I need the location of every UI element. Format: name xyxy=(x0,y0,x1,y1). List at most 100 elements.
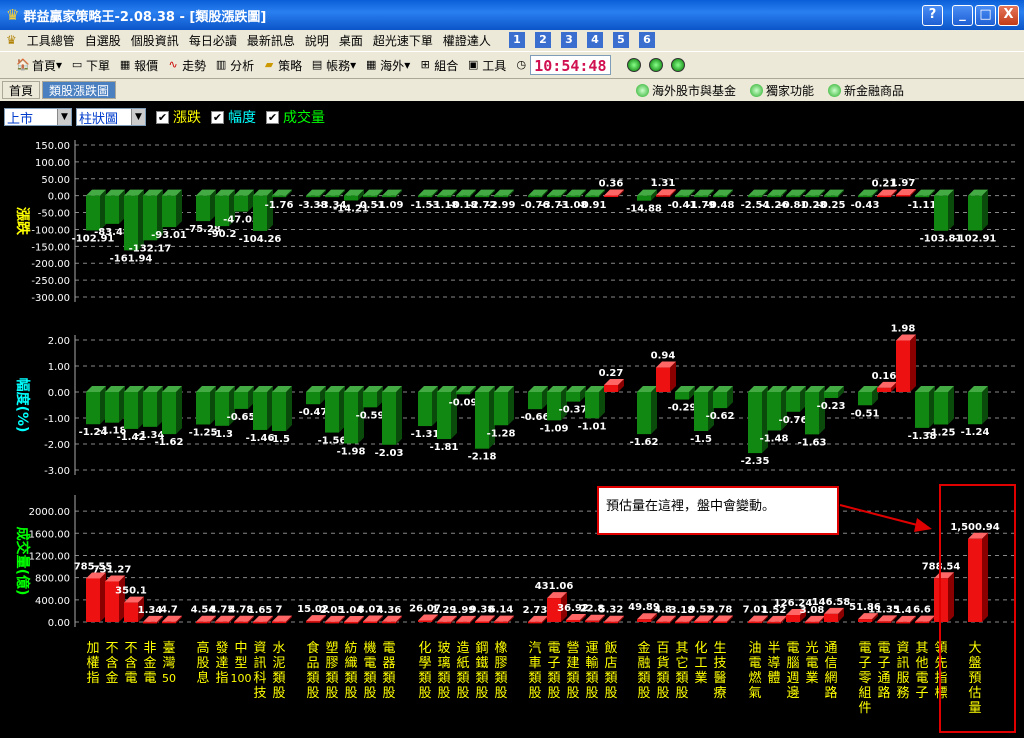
bar xyxy=(437,195,451,198)
category-label: 營 xyxy=(566,641,579,656)
bar xyxy=(786,392,800,412)
menu-stock-info[interactable]: 個股資訊 xyxy=(131,32,179,49)
menu-desktop[interactable]: 桌面 xyxy=(339,32,363,49)
chart-type-select[interactable]: 柱狀圖 ▼ xyxy=(76,108,146,127)
bar xyxy=(456,195,470,198)
bar xyxy=(637,392,651,435)
bar xyxy=(915,392,929,428)
tab-sector-chart[interactable]: 類股漲跌圖 xyxy=(42,81,117,99)
category-label: 非 xyxy=(143,641,156,656)
category-label: 鋼 xyxy=(475,641,488,656)
bar-value-label: -90.2 xyxy=(208,229,237,240)
clock-display: 10:54:48 xyxy=(530,55,611,75)
menu-tools[interactable]: 工具總管 xyxy=(27,32,75,49)
checkbox-pct-label: 幅度 xyxy=(228,110,256,126)
category-label: 紙 xyxy=(456,656,469,671)
screen-4-button[interactable]: 4 xyxy=(586,32,603,48)
menu-news[interactable]: 最新訊息 xyxy=(247,32,295,49)
bar-value-label: -1.3 xyxy=(211,429,233,440)
bar-value-label: -0.43 xyxy=(851,200,880,211)
toolbar-order[interactable]: ▭ 下單 xyxy=(70,57,110,74)
help-button[interactable]: ? xyxy=(922,5,943,26)
category-label: 機 xyxy=(363,641,376,656)
bar xyxy=(896,195,910,197)
menu-daily[interactable]: 每日必讀 xyxy=(189,32,237,49)
toolbar-quote[interactable]: ▦ 報價 xyxy=(118,57,158,74)
y-tick-label: -100.00 xyxy=(31,225,70,236)
bar xyxy=(968,195,982,231)
bar-side xyxy=(948,386,954,425)
screen-3-button[interactable]: 3 xyxy=(560,32,577,48)
bar xyxy=(675,195,689,198)
bar xyxy=(234,392,248,409)
link-new-products-label: 新金融商品 xyxy=(843,83,904,98)
green-dot-icon-3[interactable] xyxy=(670,58,685,72)
category-label: 子 xyxy=(858,656,871,671)
category-label: 務 xyxy=(896,686,909,701)
category-label: 大 xyxy=(968,641,981,656)
checkbox-volume[interactable]: ✔ 成交量 xyxy=(266,107,325,127)
maximize-button[interactable]: □ xyxy=(975,5,996,26)
bar xyxy=(494,195,508,198)
bar-value-label: -0.09 xyxy=(449,397,478,408)
bar-value-label: -1.48 xyxy=(760,433,789,444)
green-dot-icon-2[interactable] xyxy=(648,58,663,72)
toolbar-combo[interactable]: ⊞ 組合 xyxy=(418,57,459,74)
globe-icon xyxy=(635,83,649,97)
toolbar-strategy[interactable]: ▰ 策略 xyxy=(262,57,302,74)
category-label: 達 xyxy=(215,656,228,671)
bar-value-label: -1.76 xyxy=(265,200,294,211)
bar-value-label: -1.25 xyxy=(927,428,956,439)
link-new-products[interactable]: 新金融商品 xyxy=(827,82,904,99)
menu-help[interactable]: 說明 xyxy=(305,32,329,49)
bar-side xyxy=(176,386,182,435)
menu-fast-order[interactable]: 超光速下單 xyxy=(373,32,433,49)
menu-warrant[interactable]: 權證達人 xyxy=(443,32,491,49)
market-select[interactable]: 上市 ▼ xyxy=(4,108,72,127)
toolbar-home[interactable]: 🏠 首頁 ▾ xyxy=(16,57,62,74)
checkbox-change[interactable]: ✔ 漲跌 xyxy=(156,107,201,127)
bar xyxy=(528,392,542,410)
bar xyxy=(637,195,651,201)
bar xyxy=(713,195,727,198)
category-label: 技 xyxy=(253,686,266,701)
bar-value-label: 5.32 xyxy=(599,605,624,616)
bar-value-label: 1.98 xyxy=(891,324,916,335)
category-label: 塑 xyxy=(325,641,338,656)
chevron-down-icon: ▼ xyxy=(131,109,145,125)
link-exclusive[interactable]: 獨家功能 xyxy=(749,82,814,99)
category-label: 電 xyxy=(877,641,890,656)
toolbar-trend[interactable]: ∿ 走勢 xyxy=(166,57,206,74)
category-label: 鐵 xyxy=(475,655,488,671)
checkbox-pct[interactable]: ✔ 幅度 xyxy=(211,107,256,127)
screen-5-button[interactable]: 5 xyxy=(612,32,629,48)
category-label: 股 xyxy=(656,686,669,701)
close-button[interactable]: X xyxy=(998,5,1019,26)
y-tick-label: 1600.00 xyxy=(29,529,70,540)
toolbar-account[interactable]: ▤ 帳務 ▾ xyxy=(310,57,356,74)
link-overseas[interactable]: 海外股市與基金 xyxy=(635,82,736,99)
category-label: 造 xyxy=(456,641,469,656)
minimize-button[interactable]: _ xyxy=(952,5,973,26)
bar-value-label: 731.27 xyxy=(93,564,132,575)
menu-watchlist[interactable]: 自選股 xyxy=(85,32,121,49)
toolbar-analysis[interactable]: ▥ 分析 xyxy=(214,57,254,74)
bar-value-label: 1.4 xyxy=(894,605,912,616)
screen-1-button[interactable]: 1 xyxy=(508,32,525,48)
ledger-icon: ▤ xyxy=(311,58,323,71)
tab-home[interactable]: 首頁 xyxy=(2,81,41,99)
screen-6-button[interactable]: 6 xyxy=(638,32,655,48)
bar-value-label: 7 xyxy=(276,605,283,616)
toolbar-tools[interactable]: ▣ 工具 xyxy=(466,57,506,74)
category-label: 股 xyxy=(306,686,319,701)
bar xyxy=(475,621,489,623)
bar xyxy=(915,621,929,624)
toolbar-overseas[interactable]: ▦ 海外 ▾ xyxy=(364,57,410,74)
screen-2-button[interactable]: 2 xyxy=(534,32,551,48)
category-label: 加 xyxy=(86,641,99,656)
bar xyxy=(382,392,396,445)
category-label: 電 xyxy=(124,671,137,686)
bar-value-label: -93.01 xyxy=(151,230,187,241)
bar xyxy=(344,621,358,624)
green-dot-icon-1[interactable] xyxy=(626,58,641,72)
